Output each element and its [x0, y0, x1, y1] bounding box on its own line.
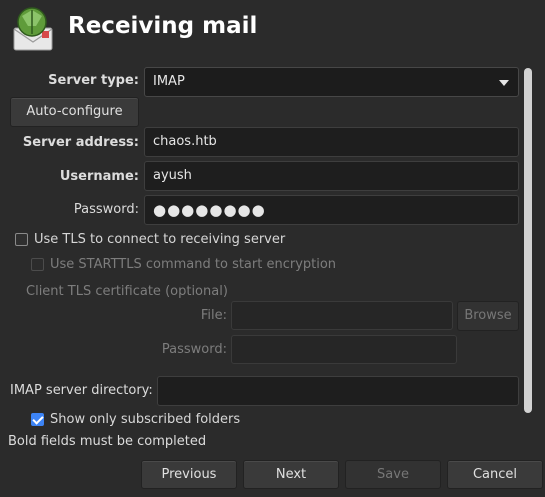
save-button[interactable]: Save: [345, 460, 441, 489]
chevron-down-icon: [499, 80, 509, 86]
password-label: Password:: [73, 202, 139, 217]
imap-dir-input[interactable]: [157, 376, 519, 406]
server-address-label: Server address:: [22, 135, 139, 150]
previous-button[interactable]: Previous: [141, 460, 237, 489]
password-input[interactable]: ●●●●●●●●: [144, 195, 519, 225]
cert-file-label: File:: [200, 308, 227, 323]
server-type-value: IMAP: [153, 74, 185, 89]
imap-dir-label: IMAP server directory:: [10, 383, 153, 398]
username-input[interactable]: ayush: [144, 161, 519, 191]
form-scrollbar[interactable]: [524, 68, 532, 413]
subscribed-folders-checkbox[interactable]: [31, 413, 44, 426]
cert-password-input[interactable]: [231, 335, 457, 364]
server-type-label: Server type:: [48, 73, 139, 88]
mail-app-logo-icon: [10, 4, 56, 52]
cert-password-label: Password:: [161, 342, 227, 357]
server-type-select[interactable]: IMAP: [144, 67, 519, 97]
page-title: Receiving mail: [68, 13, 258, 39]
cert-file-input[interactable]: [231, 301, 453, 330]
client-cert-label: Client TLS certificate (optional): [26, 284, 228, 299]
server-address-input[interactable]: chaos.htb: [144, 127, 519, 157]
use-tls-label: Use TLS to connect to receiving server: [34, 232, 286, 247]
browse-button[interactable]: Browse: [457, 301, 519, 331]
next-button[interactable]: Next: [243, 460, 339, 489]
use-tls-checkbox[interactable]: [15, 233, 28, 246]
username-label: Username:: [59, 169, 139, 184]
subscribed-folders-label: Show only subscribed folders: [50, 412, 241, 427]
cancel-button[interactable]: Cancel: [447, 460, 543, 489]
starttls-checkbox[interactable]: [31, 258, 44, 271]
starttls-label: Use STARTTLS command to start encryption: [50, 257, 337, 272]
auto-configure-button[interactable]: Auto-configure: [10, 97, 139, 127]
required-fields-hint: Bold fields must be completed: [8, 434, 207, 449]
